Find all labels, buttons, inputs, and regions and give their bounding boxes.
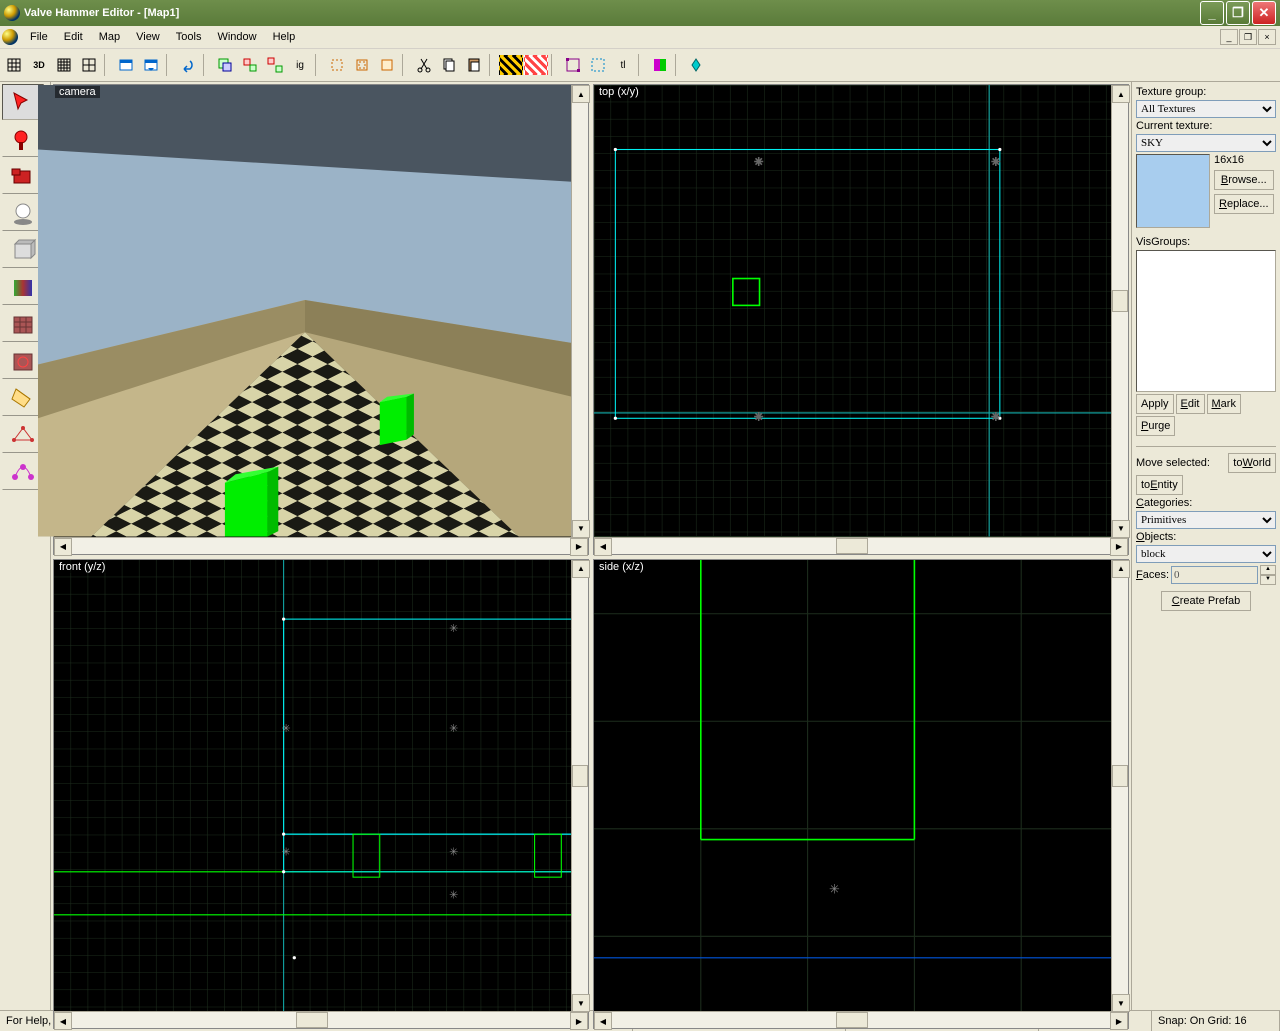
- hide-selected-icon[interactable]: [325, 53, 349, 77]
- hide-unselected-icon[interactable]: [350, 53, 374, 77]
- svg-text:✳: ✳: [754, 411, 763, 423]
- edit-button[interactable]: Edit: [1176, 394, 1205, 414]
- scrollbar-horizontal[interactable]: ◀▶: [594, 537, 1128, 554]
- save-window-icon[interactable]: [139, 53, 163, 77]
- viewport-label: top (x/y): [595, 86, 643, 98]
- carve-icon[interactable]: [213, 53, 237, 77]
- objects-label: Objects:: [1136, 531, 1276, 543]
- scrollbar-vertical[interactable]: ▲▼: [571, 560, 588, 1013]
- create-prefab-button[interactable]: Create Prefab: [1161, 591, 1252, 611]
- replace-button[interactable]: Replace...: [1214, 194, 1274, 214]
- scrollbar-vertical[interactable]: ▲▼: [1111, 85, 1128, 538]
- categories-label: Categories:: [1136, 497, 1276, 509]
- ignore-groups-icon[interactable]: ig: [288, 53, 312, 77]
- maximize-button[interactable]: ❐: [1226, 1, 1250, 25]
- svg-text:✳: ✳: [991, 411, 1000, 423]
- run-map-icon[interactable]: [685, 53, 709, 77]
- auto-select-icon[interactable]: [586, 53, 610, 77]
- toworld-button[interactable]: toWorld: [1228, 453, 1276, 473]
- faces-input[interactable]: [1171, 566, 1258, 584]
- svg-text:✳: ✳: [829, 881, 840, 896]
- mdi-close-button[interactable]: ×: [1258, 29, 1276, 45]
- mdi-icon: [2, 29, 18, 45]
- texture-swatch: [1136, 154, 1210, 228]
- menu-window[interactable]: Window: [209, 29, 264, 45]
- show-all-icon[interactable]: [375, 53, 399, 77]
- scrollbar-horizontal[interactable]: ◀▶: [54, 1011, 588, 1028]
- menu-bar: File Edit Map View Tools Window Help _ ❐…: [0, 26, 1280, 49]
- toggle-grid-icon[interactable]: [2, 53, 26, 77]
- faces-label: Faces:: [1136, 569, 1169, 581]
- toolbar: 3D ig tl: [0, 49, 1280, 82]
- cordon-toggle-icon[interactable]: [499, 55, 523, 75]
- copy-icon[interactable]: [437, 53, 461, 77]
- viewport-front[interactable]: front (y/z) ✳ ✳ ✳ ✳ ✳ ✳ ▲▼ ◀▶: [53, 559, 589, 1030]
- menu-edit[interactable]: Edit: [56, 29, 91, 45]
- mdi-minimize-button[interactable]: _: [1220, 29, 1238, 45]
- texture-lock-icon[interactable]: tl: [611, 53, 635, 77]
- right-sidebar: Texture group: All Textures Current text…: [1131, 82, 1280, 1010]
- toentity-button[interactable]: toEntity: [1136, 475, 1183, 495]
- undo-icon[interactable]: [176, 53, 200, 77]
- viewport-label: camera: [55, 86, 100, 98]
- visgroups-label: VisGroups:: [1136, 236, 1276, 248]
- menu-help[interactable]: Help: [265, 29, 304, 45]
- purge-button[interactable]: Purge: [1136, 416, 1175, 436]
- svg-text:✳: ✳: [449, 846, 458, 858]
- grid-3d-icon[interactable]: 3D: [27, 53, 51, 77]
- minimize-button[interactable]: _: [1200, 1, 1224, 25]
- faces-spinner[interactable]: ▲▼: [1260, 565, 1276, 585]
- cordon-edit-icon[interactable]: [524, 55, 548, 75]
- group-icon[interactable]: [238, 53, 262, 77]
- viewport-area: camera: [51, 82, 1131, 1010]
- paste-icon[interactable]: [462, 53, 486, 77]
- menu-tools[interactable]: Tools: [168, 29, 210, 45]
- window-title: Valve Hammer Editor - [Map1]: [24, 7, 179, 19]
- grid-smaller-icon[interactable]: [52, 53, 76, 77]
- title-bar: Valve Hammer Editor - [Map1] _ ❐ ✕: [0, 0, 1280, 26]
- ungroup-icon[interactable]: [263, 53, 287, 77]
- scrollbar-vertical[interactable]: ▲▼: [1111, 560, 1128, 1013]
- viewport-camera[interactable]: camera: [53, 84, 589, 555]
- svg-text:✳: ✳: [281, 846, 290, 858]
- texgroup-select[interactable]: All Textures: [1136, 100, 1276, 118]
- viewport-label: front (y/z): [55, 561, 109, 573]
- status-snap: Snap: On Grid: 16: [1152, 1011, 1280, 1031]
- mdi-restore-button[interactable]: ❐: [1239, 29, 1257, 45]
- objects-select[interactable]: block: [1136, 545, 1276, 563]
- apply-button[interactable]: Apply: [1136, 394, 1174, 414]
- browse-button[interactable]: Browse...: [1214, 170, 1274, 190]
- svg-text:✳: ✳: [754, 157, 763, 169]
- categories-select[interactable]: Primitives: [1136, 511, 1276, 529]
- visgroups-list[interactable]: [1136, 250, 1276, 392]
- close-button[interactable]: ✕: [1252, 1, 1276, 25]
- svg-text:✳: ✳: [281, 723, 290, 735]
- swatch-dim: 16x16: [1214, 154, 1274, 166]
- move-selected-label: Move selected:: [1136, 457, 1226, 469]
- scrollbar-horizontal[interactable]: ◀▶: [54, 537, 588, 554]
- svg-text:✳: ✳: [449, 723, 458, 735]
- menu-file[interactable]: File: [22, 29, 56, 45]
- texgroup-label: Texture group:: [1136, 86, 1276, 98]
- grid-larger-icon[interactable]: [77, 53, 101, 77]
- curtex-select[interactable]: SKY: [1136, 134, 1276, 152]
- viewport-top[interactable]: top (x/y): [593, 84, 1129, 555]
- select-by-handles-icon[interactable]: [561, 53, 585, 77]
- cut-icon[interactable]: [412, 53, 436, 77]
- svg-text:✳: ✳: [991, 157, 1000, 169]
- menu-map[interactable]: Map: [91, 29, 128, 45]
- curtex-label: Current texture:: [1136, 120, 1276, 132]
- svg-text:✳: ✳: [449, 623, 458, 635]
- svg-text:✳: ✳: [449, 889, 458, 901]
- viewport-label: side (x/z): [595, 561, 648, 573]
- scrollbar-horizontal[interactable]: ◀▶: [594, 1011, 1128, 1028]
- load-window-icon[interactable]: [114, 53, 138, 77]
- align-to-world-icon[interactable]: [648, 53, 672, 77]
- mark-button[interactable]: Mark: [1207, 394, 1241, 414]
- app-icon: [4, 5, 20, 21]
- viewport-side[interactable]: side (x/z) ✳ ▲▼ ◀▶: [593, 559, 1129, 1030]
- scrollbar-vertical[interactable]: ▲▼: [571, 85, 588, 538]
- menu-view[interactable]: View: [128, 29, 168, 45]
